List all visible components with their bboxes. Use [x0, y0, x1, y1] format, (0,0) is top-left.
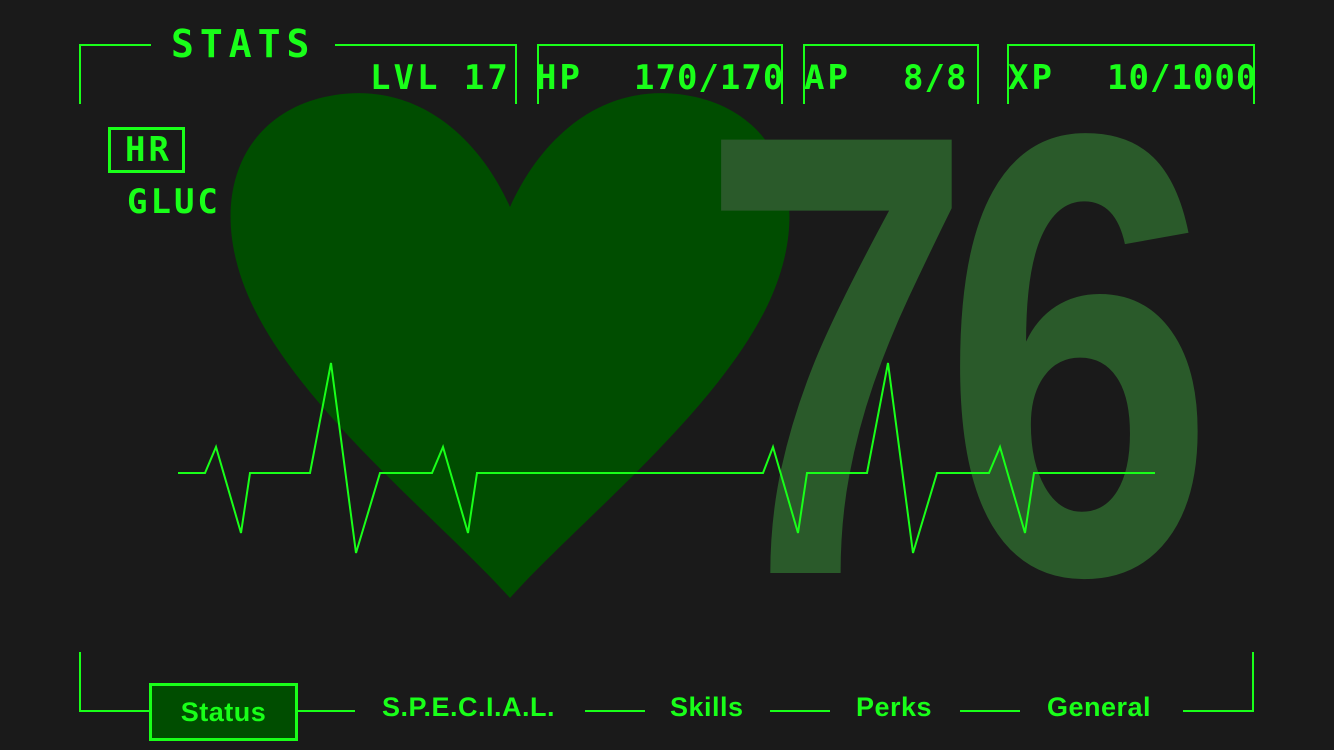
gluc-button[interactable]: GLUC [127, 182, 221, 222]
footer-frame-right-vertical [1252, 652, 1254, 712]
ap-value: 8/8 [903, 58, 968, 98]
footer-line-5 [960, 710, 1020, 712]
header-frame-top-left [79, 44, 151, 46]
tab-special[interactable]: S.P.E.C.I.A.L. [382, 692, 555, 723]
tab-status[interactable]: Status [149, 683, 298, 741]
header-frame-top-right [317, 44, 517, 46]
hp-value: 170/170 [634, 58, 785, 98]
tab-general[interactable]: General [1047, 692, 1151, 723]
footer-frame-left-vertical [79, 652, 81, 712]
hp-label: HP [536, 58, 583, 98]
footer-line-2 [297, 710, 355, 712]
footer-line-4 [770, 710, 830, 712]
header-frame-lvl-right [515, 44, 517, 104]
footer-line-6 [1183, 710, 1254, 712]
xp-label: XP [1008, 58, 1055, 98]
hr-button[interactable]: HR [108, 127, 185, 173]
tab-skills[interactable]: Skills [670, 692, 744, 723]
ecg-waveform [178, 362, 1155, 554]
tab-perks[interactable]: Perks [856, 692, 932, 723]
footer-line-3 [585, 710, 645, 712]
level-value: LVL 17 [370, 58, 511, 98]
footer-line-1 [79, 710, 149, 712]
ap-label: AP [804, 58, 851, 98]
header-frame-left-vertical [79, 44, 81, 104]
page-title: STATS [151, 22, 336, 66]
xp-value: 10/1000 [1107, 58, 1258, 98]
